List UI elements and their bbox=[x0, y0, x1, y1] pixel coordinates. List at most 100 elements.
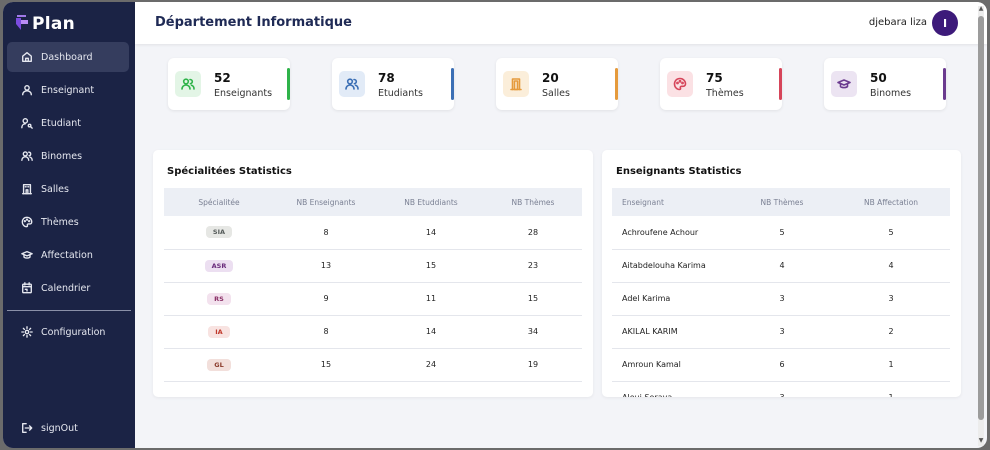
sidebar-item-binomes[interactable]: Binomes bbox=[7, 141, 129, 171]
enseignants-table: Enseignant NB Thèmes NB Affectation Achr… bbox=[612, 188, 950, 397]
scrollbar-thumb[interactable] bbox=[978, 16, 984, 420]
palette-icon bbox=[673, 77, 687, 91]
column-header: NB Thèmes bbox=[732, 188, 832, 216]
specialites-title: Spécialitées Statistics bbox=[167, 166, 292, 177]
enseignants-count: 15 bbox=[274, 348, 378, 382]
specialite-badge: GL bbox=[207, 358, 231, 371]
stat-label: Salles bbox=[542, 88, 570, 99]
themes-count: 28 bbox=[484, 216, 582, 250]
affectation-count: 3 bbox=[832, 282, 950, 316]
logo-text: Plan bbox=[32, 14, 76, 34]
stat-card-enseignants[interactable]: 52 Enseignants bbox=[168, 58, 290, 110]
enseignants-panel: Enseignants Statistics Enseignant NB Thè… bbox=[602, 150, 961, 397]
logo-mark-icon bbox=[15, 15, 29, 33]
table-row[interactable]: Aitabdelouha Karima 4 4 bbox=[612, 249, 950, 283]
signout-icon bbox=[21, 422, 33, 434]
table-row[interactable]: SIA 8 14 28 bbox=[164, 216, 582, 250]
user-icon bbox=[21, 84, 33, 96]
table-row[interactable]: AKILAL KARIM 3 2 bbox=[612, 315, 950, 349]
table-row[interactable]: IA 8 14 34 bbox=[164, 315, 582, 349]
sidebar-item-label: Configuration bbox=[41, 326, 106, 338]
stat-card-binomes[interactable]: 50 Binomes bbox=[824, 58, 946, 110]
stat-icon-bg bbox=[503, 71, 529, 97]
scroll-down-icon[interactable]: ▼ bbox=[978, 438, 984, 444]
user-key-icon bbox=[21, 117, 33, 129]
sidebar-item-label: Dashboard bbox=[41, 51, 93, 63]
sidebar-item-label: Etudiant bbox=[41, 117, 81, 129]
stat-value: 75 bbox=[706, 71, 723, 85]
enseignants-count: 13 bbox=[274, 249, 378, 283]
sidebar-item-dashboard[interactable]: Dashboard bbox=[7, 42, 129, 72]
table-row[interactable]: Achroufene Achour 5 5 bbox=[612, 216, 950, 250]
sidebar-item-configuration[interactable]: Configuration bbox=[7, 317, 129, 347]
sidebar-item-etudiant[interactable]: Etudiant bbox=[7, 108, 129, 138]
sidebar-item-enseignant[interactable]: Enseignant bbox=[7, 75, 129, 105]
table-row[interactable]: Amroun Kamal 6 1 bbox=[612, 348, 950, 382]
sidebar-item-label: Calendrier bbox=[41, 282, 91, 294]
affectation-count: 4 bbox=[832, 249, 950, 283]
enseignant-name: Amroun Kamal bbox=[612, 348, 732, 382]
specialite-cell: ASR bbox=[164, 249, 274, 283]
graduation-cap-icon bbox=[21, 249, 33, 261]
affectation-count: 1 bbox=[832, 348, 950, 382]
table-row[interactable]: RS 9 11 15 bbox=[164, 282, 582, 316]
column-header: NB Enseignants bbox=[274, 188, 378, 216]
sidebar-item-label: Thèmes bbox=[41, 216, 79, 228]
etudiants-count: 15 bbox=[378, 249, 484, 283]
enseignants-title: Enseignants Statistics bbox=[616, 166, 742, 177]
themes-count: 4 bbox=[732, 249, 832, 283]
sidebar-item-themes[interactable]: Thèmes bbox=[7, 207, 129, 237]
sidebar-item-label: Binomes bbox=[41, 150, 83, 162]
sidebar-item-salles[interactable]: Salles bbox=[7, 174, 129, 204]
themes-count: 15 bbox=[484, 282, 582, 316]
stat-label: Thèmes bbox=[706, 88, 744, 99]
sidebar-item-calendrier[interactable]: Calendrier bbox=[7, 273, 129, 303]
sidebar: Plan Dashboard Enseignant Etudiant Binom… bbox=[3, 2, 135, 448]
themes-count: 5 bbox=[732, 216, 832, 250]
table-row[interactable]: GL 15 24 19 bbox=[164, 348, 582, 382]
enseignants-count: 8 bbox=[274, 315, 378, 349]
themes-count: 3 bbox=[732, 315, 832, 349]
sidebar-item-label: Enseignant bbox=[41, 84, 95, 96]
specialites-panel: Spécialitées Statistics Spécialitée NB E… bbox=[153, 150, 593, 397]
stat-label: Binomes bbox=[870, 88, 912, 99]
table-row[interactable]: Aloui Soraya31 bbox=[612, 381, 950, 397]
stat-value: 50 bbox=[870, 71, 887, 85]
scroll-up-icon[interactable]: ▲ bbox=[978, 6, 984, 12]
avatar[interactable]: I bbox=[932, 10, 958, 36]
stat-card-themes[interactable]: 75 Thèmes bbox=[660, 58, 782, 110]
enseignant-name: Aitabdelouha Karima bbox=[612, 249, 732, 283]
table-row[interactable]: Adel Karima 3 3 bbox=[612, 282, 950, 316]
enseignant-name: AKILAL KARIM bbox=[612, 315, 732, 349]
etudiants-count: 11 bbox=[378, 282, 484, 316]
etudiants-count: 24 bbox=[378, 348, 484, 382]
enseignants-count: 8 bbox=[274, 216, 378, 250]
enseignant-name: Aloui Soraya bbox=[612, 381, 732, 397]
palette-icon bbox=[21, 216, 33, 228]
stat-value: 78 bbox=[378, 71, 395, 85]
stat-label: Enseignants bbox=[214, 88, 273, 99]
sidebar-item-affectation[interactable]: Affectation bbox=[7, 240, 129, 270]
enseignants-count: 9 bbox=[274, 282, 378, 316]
specialite-badge: ASR bbox=[204, 259, 234, 272]
stat-value: 20 bbox=[542, 71, 559, 85]
home-icon bbox=[21, 51, 33, 63]
enseignant-name: Adel Karima bbox=[612, 282, 732, 316]
stat-card-salles[interactable]: 20 Salles bbox=[496, 58, 618, 110]
table-row[interactable]: ASR 13 15 23 bbox=[164, 249, 582, 283]
stat-accent-bar bbox=[287, 68, 290, 100]
sidebar-divider bbox=[7, 310, 131, 311]
sidebar-item-label: Affectation bbox=[41, 249, 93, 261]
graduation-cap-icon bbox=[837, 79, 851, 89]
specialite-cell: GL bbox=[164, 348, 274, 382]
stat-card-etudiants[interactable]: 78 Etudiants bbox=[332, 58, 454, 110]
stat-value: 52 bbox=[214, 71, 231, 85]
affectation-count: 1 bbox=[832, 381, 950, 397]
signout-button[interactable]: signOut bbox=[7, 413, 129, 443]
logo[interactable]: Plan bbox=[15, 14, 75, 34]
themes-count: 3 bbox=[732, 381, 832, 397]
user-name[interactable]: djebara liza bbox=[869, 17, 927, 28]
etudiants-count: 14 bbox=[378, 315, 484, 349]
sidebar-item-label: Salles bbox=[41, 183, 69, 195]
door-icon bbox=[510, 78, 522, 91]
